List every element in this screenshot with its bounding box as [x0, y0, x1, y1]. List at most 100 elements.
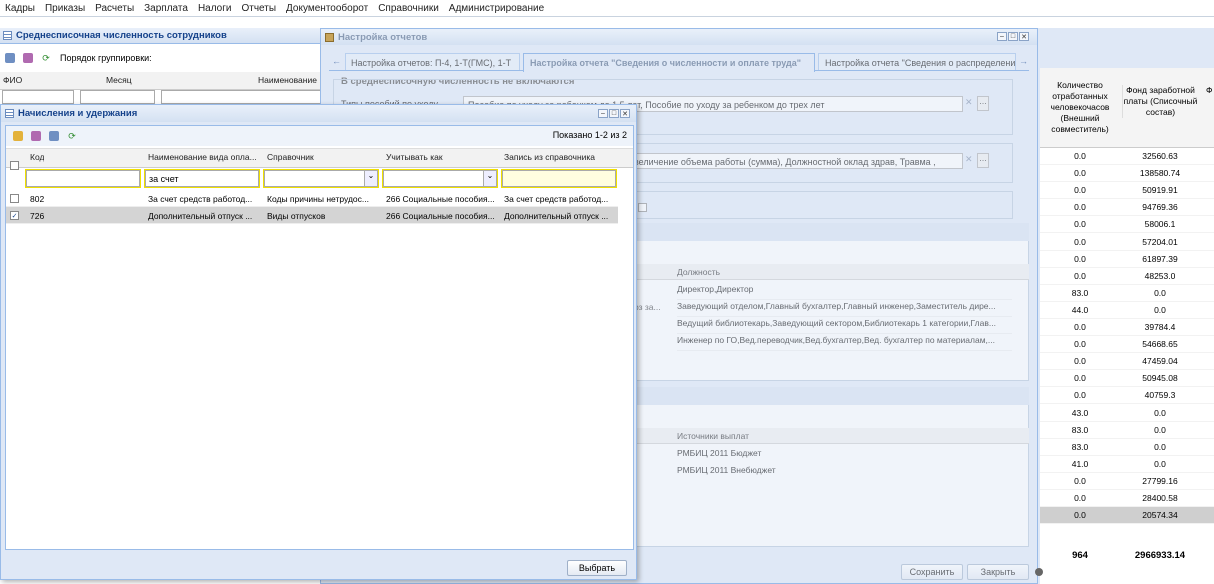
- report-row[interactable]: 0.0 27799.16: [1040, 473, 1214, 490]
- menu-item[interactable]: Приказы: [40, 3, 90, 14]
- report-row[interactable]: 0.0 47459.04: [1040, 353, 1214, 371]
- report-row[interactable]: 0.0 39784.4: [1040, 319, 1214, 336]
- dialog-maximize-icon[interactable]: □: [609, 109, 619, 118]
- report-row[interactable]: 0.0 48253.0: [1040, 268, 1214, 285]
- refresh-icon[interactable]: ⟳: [38, 51, 54, 65]
- report-row[interactable]: 0.0 20574.34: [1040, 507, 1214, 525]
- row-code-cell: 802: [30, 194, 45, 204]
- dialog-row[interactable]: ✓ 726 Дополнительный отпуск ... Виды отпуск…: [6, 207, 618, 224]
- select-button[interactable]: Выбрать: [567, 560, 627, 576]
- position-row[interactable]: Ведущий библиотекарь,Заведующий сектором…: [677, 318, 1012, 334]
- report-row[interactable]: 0.0 40759.3: [1040, 387, 1214, 405]
- menu-item[interactable]: Зарплата: [139, 3, 193, 14]
- row-checkbox[interactable]: [10, 194, 19, 203]
- report-row[interactable]: 83.0 0.0: [1040, 285, 1214, 302]
- maximize-icon[interactable]: □: [1008, 32, 1018, 41]
- accruals-more-button[interactable]: …: [977, 153, 989, 168]
- tab-scroll-right-icon[interactable]: →: [1019, 56, 1028, 66]
- bg-filter-row: [0, 90, 325, 104]
- col-month[interactable]: Месяц: [106, 75, 132, 85]
- source-row[interactable]: РМБИЦ 2011 Бюджет: [677, 448, 1012, 464]
- fio-filter[interactable]: [2, 90, 74, 104]
- report-row[interactable]: 83.0 0.0: [1040, 422, 1214, 439]
- menu-item[interactable]: Расчеты: [90, 3, 139, 14]
- position-row[interactable]: Заведующий отделом,Главный бухгалтер,Гла…: [677, 301, 1012, 317]
- main-menu: Кадры Приказы Расчеты Зарплата Налоги Отчеты Д…: [0, 0, 1214, 17]
- minimize-icon[interactable]: –: [997, 32, 1007, 41]
- report-row[interactable]: 41.0 0.0: [1040, 456, 1214, 473]
- name-filter-input[interactable]: за счет: [145, 170, 259, 187]
- tab-headcount[interactable]: Настройка отчета "Сведения о численности…: [523, 53, 815, 72]
- report-row[interactable]: 0.0 32560.63: [1040, 148, 1214, 165]
- accruals-input[interactable]: величение объема работы (сумма), Должнос…: [629, 153, 963, 169]
- report-row[interactable]: 0.0 61897.39: [1040, 251, 1214, 268]
- report-row[interactable]: 0.0 28400.58: [1040, 490, 1214, 507]
- report-row[interactable]: 43.0 0.0: [1040, 405, 1214, 422]
- print-icon[interactable]: [2, 51, 18, 65]
- report-row[interactable]: 0.0 58006.1: [1040, 216, 1214, 234]
- code-filter[interactable]: [26, 170, 140, 187]
- col-hours-external[interactable]: Количество отработанных человекочасов (В…: [1040, 80, 1120, 135]
- report-row[interactable]: 44.0 0.0: [1040, 302, 1214, 319]
- menu-item[interactable]: Справочники: [373, 3, 444, 14]
- sources-list: РМБИЦ 2011 Бюджет РМБИЦ 2011 Внебюджет: [677, 445, 1017, 485]
- menu-item[interactable]: Документооборот: [281, 3, 373, 14]
- entry-filter[interactable]: [502, 170, 616, 187]
- payroll-cell: 61897.39: [1142, 253, 1178, 264]
- menu-item[interactable]: Администрирование: [444, 3, 549, 14]
- report-row[interactable]: 0.0 57204.01: [1040, 234, 1214, 251]
- source-row[interactable]: РМБИЦ 2011 Внебюджет: [677, 465, 1012, 481]
- col-code[interactable]: Код: [30, 152, 44, 162]
- close-icon[interactable]: ✕: [1019, 32, 1029, 41]
- save-button[interactable]: Сохранить: [901, 564, 963, 580]
- close-button[interactable]: Закрыть: [967, 564, 1029, 580]
- refresh-icon[interactable]: ⟳: [64, 129, 80, 143]
- col-reference-entry[interactable]: Запись из справочника: [504, 152, 595, 162]
- menu-item[interactable]: Налоги: [193, 3, 237, 14]
- dialog-minimize-icon[interactable]: –: [598, 109, 608, 118]
- options-icon[interactable]: [20, 51, 36, 65]
- col-payment-name[interactable]: Наименование вида опла...: [148, 152, 262, 162]
- menu-item[interactable]: Кадры: [0, 3, 40, 14]
- tab-distribution[interactable]: Настройка отчета "Сведения о распределен…: [818, 53, 1016, 71]
- report-row[interactable]: 0.0 50919.91: [1040, 182, 1214, 200]
- month-filter[interactable]: [80, 90, 155, 104]
- options-icon[interactable]: [28, 129, 44, 143]
- reference-filter[interactable]: ⌄: [264, 170, 378, 187]
- report-row[interactable]: 83.0 0.0: [1040, 439, 1214, 456]
- scroll-knob-icon[interactable]: [1035, 568, 1043, 576]
- position-row[interactable]: Инженер по ГО,Вед.переводчик,Вед.бухгалт…: [677, 335, 1012, 351]
- reference-dropdown-icon[interactable]: ⌄: [364, 171, 377, 186]
- col-payroll-list[interactable]: Фонд заработной платы (Списочный состав): [1122, 85, 1198, 118]
- payroll-cell: 50919.91: [1142, 185, 1178, 196]
- col-reference[interactable]: Справочник: [267, 152, 314, 162]
- row-checkbox[interactable]: ✓: [10, 211, 19, 220]
- dialog-row[interactable]: 802 За счет средств работод... Коды причин…: [6, 190, 618, 207]
- types-clear-icon[interactable]: ✕: [965, 97, 973, 108]
- report-row[interactable]: 0.0 94769.36: [1040, 199, 1214, 217]
- accruals-clear-icon[interactable]: ✕: [965, 154, 973, 165]
- menu-item[interactable]: Отчеты: [236, 3, 281, 14]
- print-icon[interactable]: [46, 129, 62, 143]
- col-fio[interactable]: ФИО: [3, 75, 22, 85]
- name-filter[interactable]: [161, 90, 321, 104]
- types-more-button[interactable]: …: [977, 96, 989, 111]
- hours-cell: 83.0: [1071, 287, 1089, 298]
- report-row[interactable]: 0.0 54668.65: [1040, 336, 1214, 354]
- tab-p4[interactable]: Настройка отчетов: П-4, 1-Т(ГМС), 1-Т: [345, 53, 520, 71]
- account-filter[interactable]: ⌄: [383, 170, 497, 187]
- tab-scroll-left-icon[interactable]: ←: [332, 56, 341, 66]
- col-name[interactable]: Наименование: [258, 75, 317, 85]
- col-account-as[interactable]: Учитывать как: [386, 152, 443, 162]
- payroll-cell: 48253.0: [1144, 270, 1176, 281]
- account-dropdown-icon[interactable]: ⌄: [483, 171, 496, 186]
- flag-checkbox[interactable]: [638, 203, 647, 212]
- col-third[interactable]: Ф: [1206, 85, 1212, 95]
- edit-icon[interactable]: [10, 129, 26, 143]
- col-position[interactable]: Должность: [677, 267, 720, 277]
- dialog-close-icon[interactable]: ✕: [620, 109, 630, 118]
- col-source[interactable]: Источники выплат: [677, 431, 749, 441]
- position-row[interactable]: Директор,Директор: [677, 284, 1012, 300]
- report-row[interactable]: 0.0 138580.74: [1040, 165, 1214, 183]
- report-row[interactable]: 0.0 50945.08: [1040, 370, 1214, 388]
